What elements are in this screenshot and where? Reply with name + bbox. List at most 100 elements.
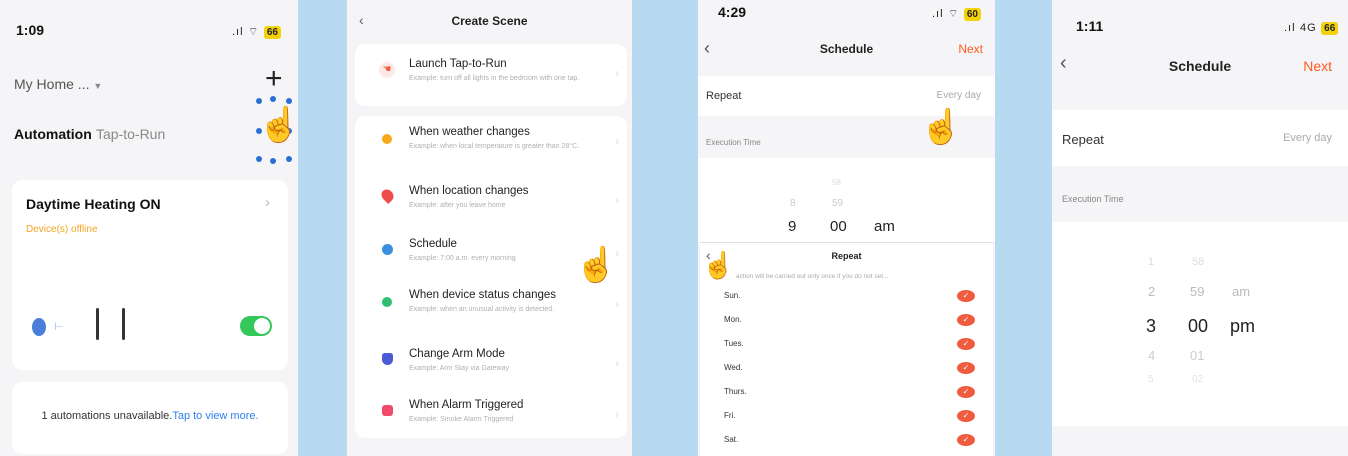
device-icon-2 (122, 308, 125, 340)
clock-icon (382, 244, 393, 255)
scene-option-title: Schedule (409, 238, 457, 250)
status-time: 1:09 (16, 22, 45, 38)
picker-minute: 01 (1190, 348, 1205, 363)
create-scene-screen: ‹ Create Scene ☚ Launch Tap-to-Run Examp… (347, 0, 632, 456)
next-button[interactable]: Next (1303, 58, 1332, 74)
tap-to-view-link[interactable]: Tap to view more. (172, 410, 258, 422)
repeat-label: Repeat (706, 90, 742, 102)
picker-minute: 58 (1192, 256, 1205, 268)
picker-minute: 02 (1192, 374, 1204, 385)
check-icon: ✓ (957, 338, 975, 350)
chevron-right-icon: › (615, 66, 619, 80)
scene-option-subtitle: Example: 7:00 a.m. every morning (409, 255, 516, 262)
picker-ampm-selected: am (874, 218, 895, 235)
picker-ampm-selected: pm (1230, 316, 1256, 336)
plus-icon[interactable]: + (265, 62, 283, 96)
page-title: Schedule (819, 42, 874, 56)
device-icon (96, 308, 99, 340)
day-label: Thurs. (724, 387, 747, 396)
scene-option-launch-tap-to-run[interactable]: ☚ Launch Tap-to-Run Example: turn off al… (379, 58, 619, 96)
chevron-right-icon: › (615, 356, 619, 370)
day-row-thurs[interactable]: Thurs. ✓ (700, 383, 995, 407)
repeat-sheet: ‹ Repeat action will be carried out only… (700, 242, 993, 456)
automation-title: Daytime Heating ON (26, 196, 161, 212)
scene-option-device-status[interactable]: When device status changes Example: when… (379, 289, 619, 327)
scene-option-title: When device status changes (409, 289, 557, 301)
home-label: My Home ... (14, 76, 90, 92)
battery-level: 66 (263, 26, 281, 39)
signal-icon: .ıl (1284, 22, 1296, 34)
check-icon: ✓ (957, 386, 975, 398)
scene-option-alarm[interactable]: When Alarm Triggered Example: Smoke Alar… (379, 399, 619, 437)
wifi-icon: ⌔ (948, 8, 960, 20)
location-pin-icon (379, 187, 396, 204)
sun-icon (382, 134, 392, 144)
pointer-hand-icon: ☝ (702, 250, 735, 280)
status-time: 4:29 (718, 4, 747, 20)
check-icon: ✓ (957, 290, 975, 302)
picker-hour: 4 (1148, 348, 1156, 363)
scene-option-title: Change Arm Mode (409, 348, 505, 360)
status-time: 1:11 (1076, 18, 1104, 34)
picker-minute: 59 (1190, 284, 1205, 299)
day-label: Sat. (724, 435, 739, 444)
day-row-sat[interactable]: Sat. ✓ (700, 431, 995, 455)
execution-time-label: Execution Time (1062, 194, 1124, 204)
scene-option-subtitle: Example: when an unusual activity is det… (409, 306, 555, 313)
scene-option-arm-mode[interactable]: Change Arm Mode Example: Arm Stay via Ga… (379, 348, 619, 386)
next-button[interactable]: Next (958, 42, 983, 56)
scene-option-subtitle: Example: when local temperature is great… (409, 143, 580, 150)
scene-option-location[interactable]: When location changes Example: after you… (379, 185, 619, 223)
chevron-right-icon: › (615, 193, 619, 207)
schedule-screen: 1:11 .ıl 4G 66 ‹ Schedule Next Repeat Ev… (1052, 0, 1348, 456)
repeat-note: action will be carried out only once if … (736, 273, 889, 280)
repeat-sheet-title: Repeat (831, 251, 862, 261)
status-icons: .ıl ⌔ 60 (932, 4, 981, 22)
time-picker[interactable]: 58 8 59 9 00 am (698, 158, 995, 242)
network-type: 4G (1300, 22, 1317, 34)
check-icon: ✓ (957, 410, 975, 422)
scene-option-weather[interactable]: When weather changes Example: when local… (379, 126, 619, 164)
automation-toggle[interactable] (240, 316, 272, 336)
automation-card[interactable]: Daytime Heating ON › Device(s) offline ⊢ (12, 180, 288, 370)
repeat-value: Every day (1283, 132, 1332, 144)
home-selector[interactable]: My Home ... ▼ (14, 76, 102, 92)
day-row-fri[interactable]: Fri. ✓ (700, 407, 995, 431)
chevron-right-icon: › (615, 407, 619, 421)
day-row-sun[interactable]: Sun. ✓ (700, 287, 995, 311)
execution-time-label: Execution Time (706, 138, 761, 147)
day-row-wed[interactable]: Wed. ✓ (700, 359, 995, 383)
link-arrow-icon: ⊢ (54, 321, 64, 333)
repeat-value: Every day (936, 90, 981, 101)
chevron-right-icon: › (615, 134, 619, 148)
picker-minute: 58 (832, 178, 841, 187)
alarm-icon (382, 405, 393, 416)
tab-automation[interactable]: Automation (14, 126, 92, 142)
day-label: Wed. (724, 363, 743, 372)
time-picker[interactable]: 1 58 2 59 am 3 00 pm 4 01 5 02 (1052, 222, 1348, 426)
day-label: Sun. (724, 291, 741, 300)
day-row-tues[interactable]: Tues. ✓ (700, 335, 995, 359)
day-label: Mon. (724, 315, 742, 324)
device-icon (382, 297, 392, 307)
check-icon: ✓ (957, 434, 975, 446)
check-icon: ✓ (957, 362, 975, 374)
scene-option-subtitle: Example: turn off all lights in the bedr… (409, 75, 580, 82)
pointer-hand-icon: ☝ (575, 246, 618, 284)
shield-icon (382, 353, 393, 365)
scene-option-subtitle: Example: Smoke Alarm Triggered (409, 416, 514, 423)
scene-option-subtitle: Example: Arm Stay via Gateway (409, 365, 509, 372)
picker-hour: 5 (1148, 374, 1154, 385)
battery-level: 60 (963, 8, 981, 21)
repeat-label: Repeat (1062, 132, 1104, 147)
offline-status: Device(s) offline (26, 224, 98, 235)
hand-tap-icon: ☚ (379, 62, 395, 78)
chevron-right-icon: › (265, 194, 270, 211)
repeat-row[interactable]: Repeat Every day (1052, 110, 1348, 166)
picker-hour-selected: 9 (788, 218, 797, 235)
check-icon: ✓ (957, 314, 975, 326)
scene-option-subtitle: Example: after you leave home (409, 202, 506, 209)
tab-tap-to-run[interactable]: Tap-to-Run (96, 126, 165, 142)
day-row-mon[interactable]: Mon. ✓ (700, 311, 995, 335)
signal-icon: .ıl (932, 8, 944, 20)
